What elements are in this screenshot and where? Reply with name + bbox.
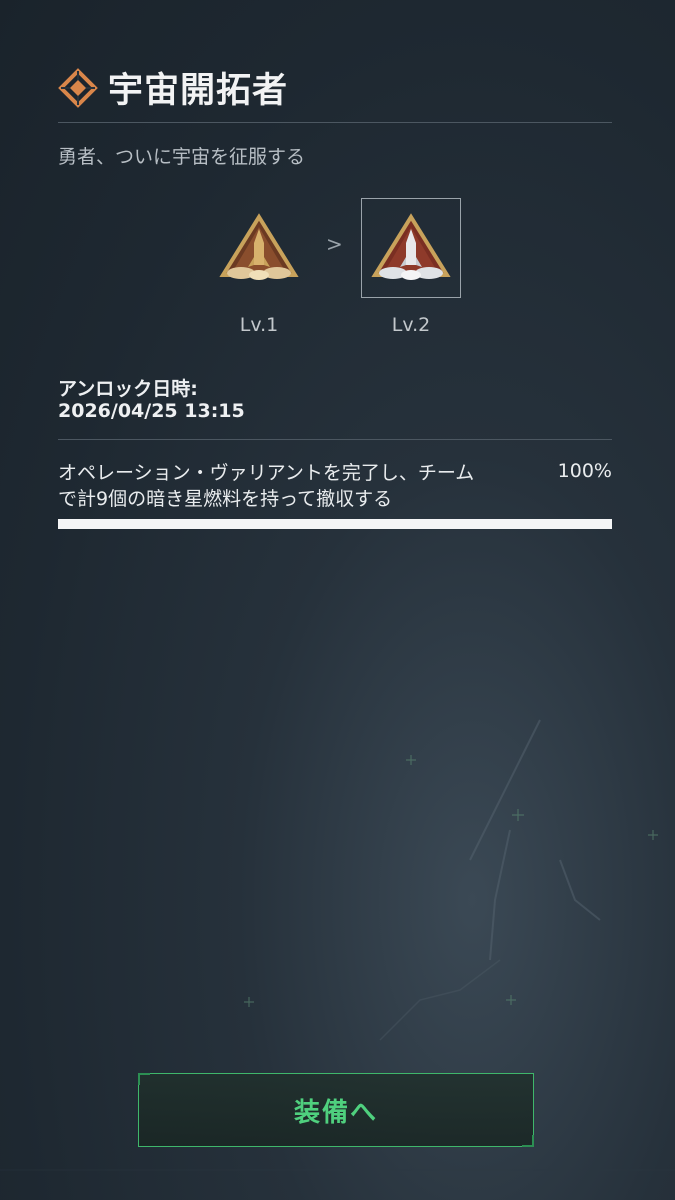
equip-button[interactable]: 装備へ (138, 1073, 534, 1147)
task-percent: 100% (557, 460, 612, 482)
badge-level-1-label: Lv.1 (239, 314, 279, 336)
diamond-emblem-icon (58, 67, 98, 108)
header-divider (58, 122, 612, 123)
button-corner (138, 1073, 150, 1085)
page-title: 宇宙開拓者 (108, 71, 289, 111)
badge-level-2[interactable] (361, 198, 461, 298)
button-corner (522, 1135, 534, 1147)
background-decoration (0, 719, 675, 1171)
task-progress-fill (58, 519, 612, 529)
badge-level-1[interactable] (209, 198, 309, 298)
header: 宇宙開拓者 (58, 62, 288, 113)
badge-level-2-label: Lv.2 (391, 314, 431, 336)
unlock-date-label: アンロック日時: (58, 378, 198, 400)
level-arrow: > (326, 232, 343, 256)
section-divider (58, 439, 612, 440)
task-description: オペレーション・ヴァリアントを完了し、チーム で計9個の暗き星燃料を持って撤収す… (58, 460, 538, 512)
achievement-description: 勇者、ついに宇宙を征服する (58, 146, 306, 168)
rocket-triangle-badge-icon (371, 213, 451, 280)
equip-button-label: 装備へ (293, 1097, 378, 1128)
task-description-line2: で計9個の暗き星燃料を持って撤収する (58, 488, 393, 510)
task-progress-bar (58, 519, 612, 529)
unlock-date-value: 2026/04/25 13:15 (58, 400, 245, 422)
task-description-line1: オペレーション・ヴァリアントを完了し、チーム (58, 462, 475, 484)
rocket-triangle-badge-icon (219, 213, 299, 280)
